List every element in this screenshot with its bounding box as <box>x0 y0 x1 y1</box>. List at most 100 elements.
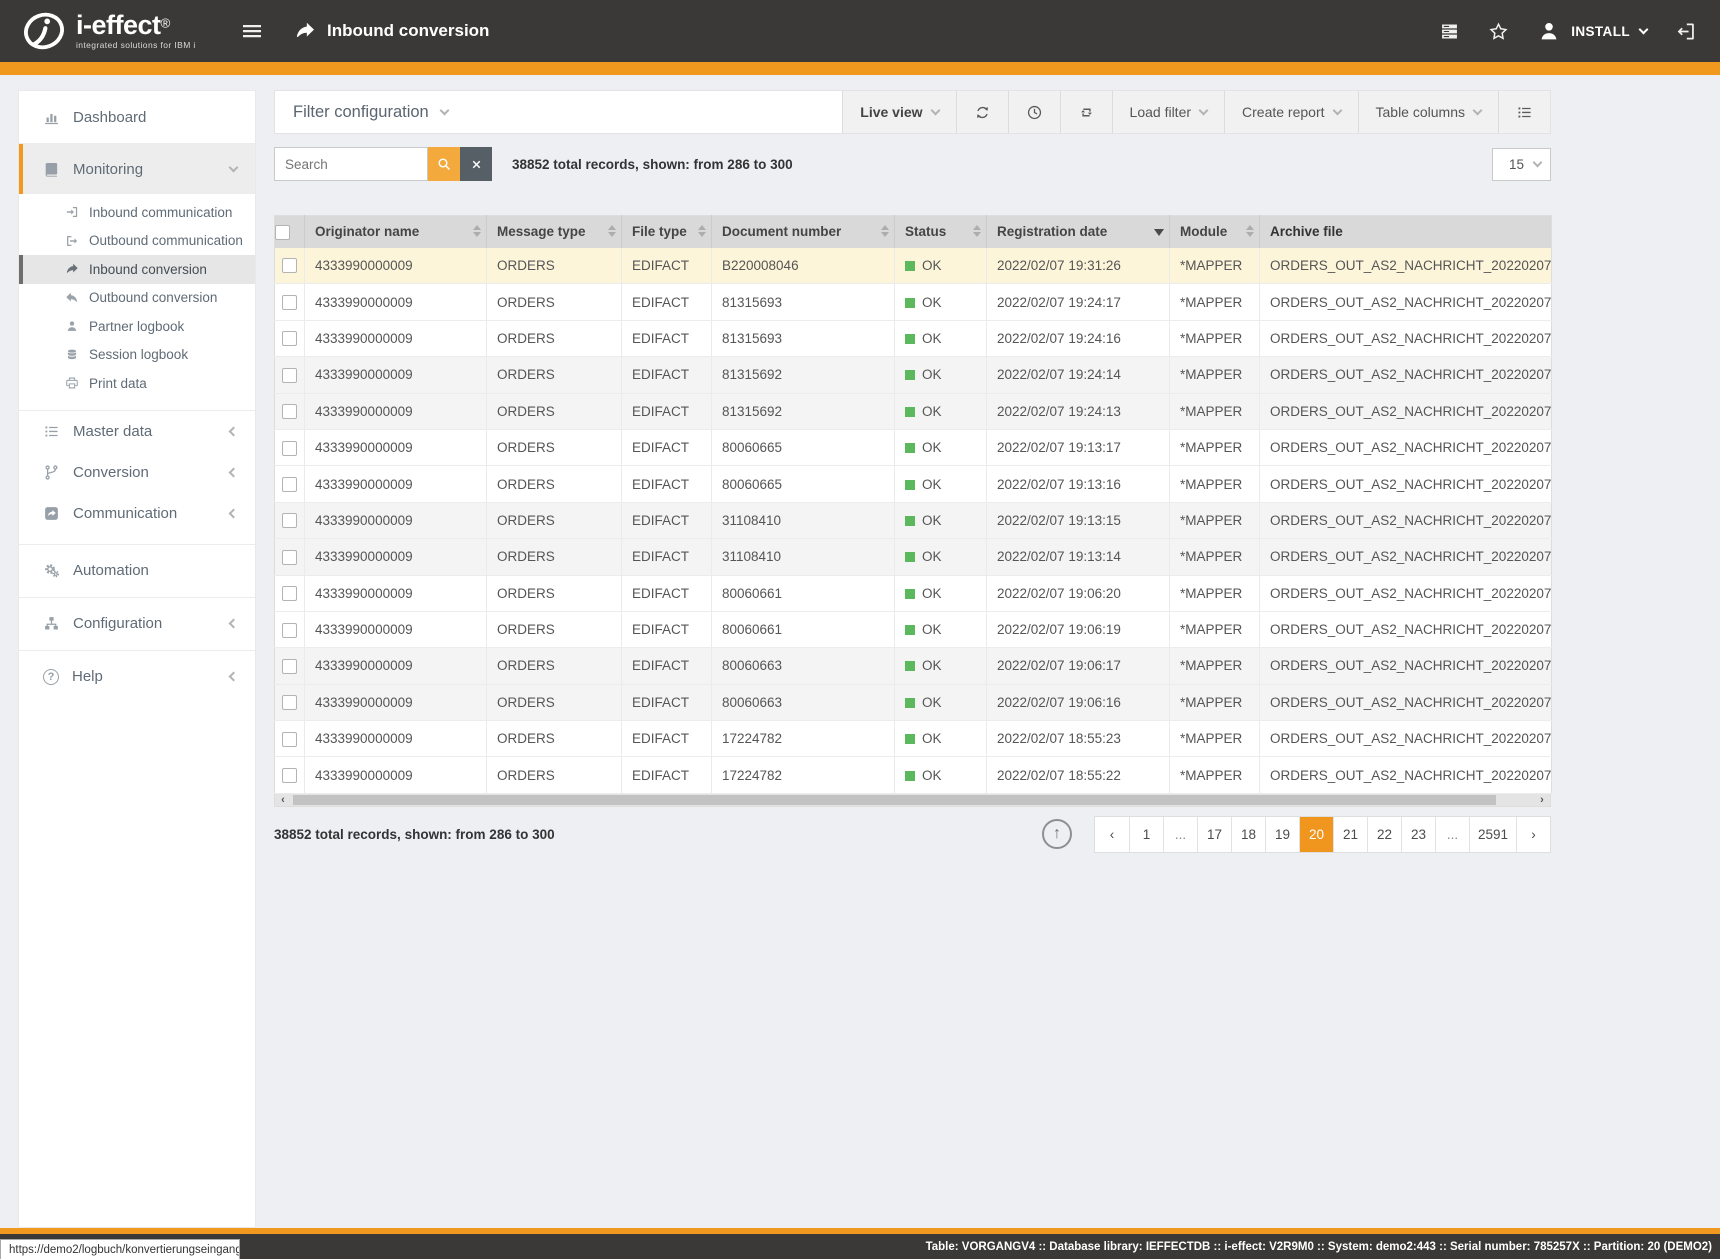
scrollbar-thumb[interactable] <box>293 795 1496 805</box>
logout-button[interactable] <box>1675 21 1696 42</box>
system-status-text: Table: VORGANGV4 :: Database library: IE… <box>926 1241 1712 1253</box>
list-view-button[interactable] <box>1499 91 1550 133</box>
sidebar-item-dashboard[interactable]: Dashboard <box>19 91 255 143</box>
table-columns-dropdown[interactable]: Table columns <box>1359 91 1500 133</box>
page-button[interactable]: 22 <box>1367 817 1401 852</box>
row-checkbox[interactable] <box>282 441 297 456</box>
search-button[interactable] <box>428 147 460 181</box>
table-row[interactable]: 4333990000009 ORDERS EDIFACT 17224782 OK… <box>275 757 1552 793</box>
server-status-button[interactable] <box>1439 21 1460 42</box>
column-header-document-number[interactable]: Document number <box>712 216 895 248</box>
cell-message-type: ORDERS <box>487 393 622 429</box>
sidebar-item-communication[interactable]: Communication <box>19 493 255 534</box>
user-menu[interactable]: INSTALL <box>1537 19 1647 43</box>
page-button[interactable]: ... <box>1163 817 1197 852</box>
row-checkbox[interactable] <box>282 586 297 601</box>
page-button[interactable]: ... <box>1435 817 1469 852</box>
select-all-checkbox[interactable] <box>275 225 290 240</box>
column-header-message-type[interactable]: Message type <box>487 216 622 248</box>
row-checkbox[interactable] <box>282 659 297 674</box>
create-report-dropdown[interactable]: Create report <box>1225 91 1358 133</box>
load-filter-dropdown[interactable]: Load filter <box>1113 91 1225 133</box>
column-header-status[interactable]: Status <box>895 216 987 248</box>
sidebar-item-conversion[interactable]: Conversion <box>19 452 255 493</box>
page-button[interactable]: 23 <box>1401 817 1435 852</box>
row-checkbox[interactable] <box>282 695 297 710</box>
scroll-to-top-button[interactable]: ↑ <box>1042 819 1072 849</box>
live-view-dropdown[interactable]: Live view <box>843 91 956 133</box>
row-checkbox[interactable] <box>282 732 297 747</box>
page-button[interactable]: ‹ <box>1095 817 1129 852</box>
sidebar-item-inbound-communication[interactable]: Inbound communication <box>19 198 255 227</box>
link-preview-tooltip: https://demo2/logbuch/konvertierungseing… <box>0 1239 240 1259</box>
table-row[interactable]: 4333990000009 ORDERS EDIFACT B220008046 … <box>275 248 1552 284</box>
sidebar-item-partner-logbook[interactable]: Partner logbook <box>19 312 255 341</box>
search-input[interactable] <box>274 147 428 181</box>
table-row[interactable]: 4333990000009 ORDERS EDIFACT 80060663 OK… <box>275 684 1552 720</box>
sidebar-item-monitoring[interactable]: Monitoring <box>19 144 255 194</box>
sidebar-item-inbound-conversion[interactable]: Inbound conversion <box>19 255 255 284</box>
filter-configuration-dropdown[interactable]: Filter configuration <box>275 91 842 133</box>
row-checkbox[interactable] <box>282 331 297 346</box>
row-checkbox[interactable] <box>282 550 297 565</box>
sidebar-item-outbound-conversion[interactable]: Outbound conversion <box>19 284 255 313</box>
row-checkbox[interactable] <box>282 513 297 528</box>
row-checkbox[interactable] <box>282 295 297 310</box>
scrollbar-track[interactable] <box>291 794 1534 806</box>
page-size-select[interactable]: 15 <box>1492 148 1551 181</box>
table-row[interactable]: 4333990000009 ORDERS EDIFACT 81315692 OK… <box>275 357 1552 393</box>
column-header-module[interactable]: Module <box>1170 216 1260 248</box>
table-row[interactable]: 4333990000009 ORDERS EDIFACT 80060665 OK… <box>275 429 1552 465</box>
row-checkbox[interactable] <box>282 368 297 383</box>
table-row[interactable]: 4333990000009 ORDERS EDIFACT 31108410 OK… <box>275 502 1552 538</box>
page-button[interactable]: 21 <box>1333 817 1367 852</box>
page-button[interactable]: 20 <box>1299 817 1333 852</box>
menu-toggle-button[interactable] <box>240 19 264 43</box>
table-row[interactable]: 4333990000009 ORDERS EDIFACT 17224782 OK… <box>275 721 1552 757</box>
horizontal-scrollbar[interactable]: ‹ › <box>274 794 1551 807</box>
sidebar-item-outbound-communication[interactable]: Outbound communication <box>19 227 255 256</box>
sidebar-item-master-data[interactable]: Master data <box>19 411 255 452</box>
clear-search-button[interactable] <box>460 147 492 181</box>
clock-button[interactable] <box>1009 91 1061 133</box>
chevron-down-icon <box>229 162 239 172</box>
status-ok-icon <box>905 552 915 562</box>
column-header-registration-date[interactable]: Registration date <box>987 216 1170 248</box>
sidebar-item-configuration[interactable]: Configuration <box>19 598 255 650</box>
chevron-down-icon <box>1473 105 1483 115</box>
cell-message-type: ORDERS <box>487 721 622 757</box>
sidebar-item-session-logbook[interactable]: Session logbook <box>19 341 255 370</box>
sidebar-item-print-data[interactable]: Print data <box>19 369 255 398</box>
page-button[interactable]: 1 <box>1129 817 1163 852</box>
page-button[interactable]: 18 <box>1231 817 1265 852</box>
column-header-file-type[interactable]: File type <box>622 216 712 248</box>
cell-archive-file: ORDERS_OUT_AS2_NACHRICHT_20220207_1913 <box>1260 539 1552 575</box>
sidebar-item-help[interactable]: ? Help <box>19 651 255 703</box>
page-button[interactable]: › <box>1516 817 1550 852</box>
table-row[interactable]: 4333990000009 ORDERS EDIFACT 80060665 OK… <box>275 466 1552 502</box>
page-button[interactable]: 2591 <box>1469 817 1516 852</box>
table-row[interactable]: 4333990000009 ORDERS EDIFACT 81315693 OK… <box>275 284 1552 320</box>
app-logo[interactable]: i-effect® integrated solutions for IBM i <box>22 9 210 53</box>
table-row[interactable]: 4333990000009 ORDERS EDIFACT 81315693 OK… <box>275 320 1552 356</box>
row-checkbox[interactable] <box>282 768 297 783</box>
scroll-left-arrow[interactable]: ‹ <box>275 794 291 806</box>
refresh-button[interactable] <box>957 91 1009 133</box>
row-checkbox[interactable] <box>282 404 297 419</box>
table-row[interactable]: 4333990000009 ORDERS EDIFACT 31108410 OK… <box>275 539 1552 575</box>
page-button[interactable]: 19 <box>1265 817 1299 852</box>
table-row[interactable]: 4333990000009 ORDERS EDIFACT 80060663 OK… <box>275 648 1552 684</box>
sidebar-item-automation[interactable]: Automation <box>19 545 255 597</box>
row-checkbox[interactable] <box>282 258 297 273</box>
column-header-originator[interactable]: Originator name <box>305 216 487 248</box>
table-row[interactable]: 4333990000009 ORDERS EDIFACT 80060661 OK… <box>275 611 1552 647</box>
row-checkbox[interactable] <box>282 477 297 492</box>
scroll-right-arrow[interactable]: › <box>1534 794 1550 806</box>
favorites-button[interactable] <box>1488 21 1509 42</box>
table-row[interactable]: 4333990000009 ORDERS EDIFACT 80060661 OK… <box>275 575 1552 611</box>
row-checkbox[interactable] <box>282 623 297 638</box>
table-row[interactable]: 4333990000009 ORDERS EDIFACT 81315692 OK… <box>275 393 1552 429</box>
column-header-archive-file[interactable]: Archive file <box>1260 216 1552 248</box>
page-button[interactable]: 17 <box>1197 817 1231 852</box>
auto-reload-button[interactable] <box>1061 91 1113 133</box>
